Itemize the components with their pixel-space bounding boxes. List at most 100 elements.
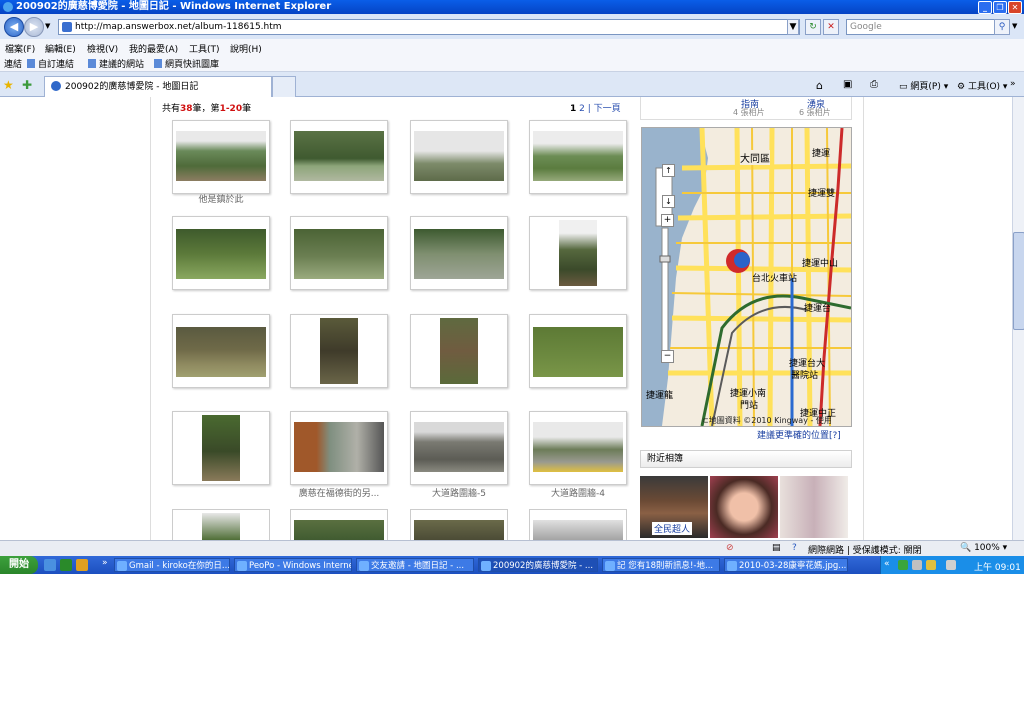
map-attribution: ⊂地圖資料 ©2010 Kingway - 使用 <box>702 416 832 425</box>
feeds-icon[interactable]: ▣ <box>843 79 852 90</box>
search-button[interactable]: ⚲ <box>994 19 1010 35</box>
tray-volume-icon[interactable] <box>946 560 956 570</box>
photo-thumbnail[interactable] <box>290 411 388 485</box>
photo-thumbnail[interactable] <box>410 314 508 388</box>
menu-tools[interactable]: 工具(T) <box>189 42 220 55</box>
window-title: 200902的廣慈博愛院 - 地圖日記 - Windows Internet E… <box>16 1 332 12</box>
minimize-button[interactable]: _ <box>978 1 992 14</box>
tray-app-icon[interactable] <box>912 560 922 570</box>
restore-button[interactable]: ❐ <box>993 1 1007 14</box>
stop-icon[interactable]: ✕ <box>823 19 839 35</box>
suggest-location-link[interactable]: 建議更準確的位置[?] <box>757 428 841 441</box>
photo-count: 6 張相片 <box>799 108 831 117</box>
help-icon[interactable]: ? <box>792 543 797 553</box>
menu-edit[interactable]: 編輯(E) <box>45 42 76 55</box>
printer-status-icon: ▤ <box>772 543 781 553</box>
clock: 上午 09:01 <box>974 563 1021 573</box>
photo-thumbnail[interactable] <box>529 509 627 541</box>
start-button[interactable]: 開始 <box>0 556 38 574</box>
photo-thumbnail[interactable] <box>410 216 508 290</box>
map-zoom-out-button[interactable]: − <box>661 350 674 363</box>
forward-button[interactable]: ▶ <box>24 17 44 37</box>
photo-thumbnail[interactable] <box>290 314 388 388</box>
task-app-icon <box>359 561 369 571</box>
map-label: 醫院站 <box>791 371 819 381</box>
page-2-link[interactable]: 2 <box>579 104 585 114</box>
photo-thumbnail[interactable] <box>529 120 627 194</box>
photo-thumbnail[interactable] <box>529 411 627 485</box>
photo-thumbnail[interactable] <box>290 120 388 194</box>
photo-thumbnail[interactable] <box>410 411 508 485</box>
map-pan-down-icon[interactable]: ↓ <box>662 195 675 208</box>
next-page-link[interactable]: 下一頁 <box>594 104 621 114</box>
photo-thumbnail[interactable] <box>410 509 508 541</box>
photo-thumbnail[interactable] <box>290 509 388 541</box>
photo-thumbnail[interactable] <box>172 216 270 290</box>
page-icon <box>62 22 72 32</box>
history-dropdown-icon[interactable]: ▼ <box>45 22 50 30</box>
address-dropdown-icon[interactable]: ▼ <box>787 19 799 35</box>
address-input[interactable]: http://map.answerbox.net/album-118615.ht… <box>58 19 800 35</box>
tab-page-icon <box>51 81 61 91</box>
photo-thumbnail[interactable] <box>410 120 508 194</box>
page-menu-button[interactable]: ▭ 網頁(P) ▾ <box>899 79 948 92</box>
print-icon[interactable]: ⎙ <box>870 79 878 90</box>
menu-file[interactable]: 檔案(F) <box>5 42 35 55</box>
album-title[interactable]: 全民超人 <box>652 522 693 535</box>
search-options-icon[interactable]: ▼ <box>1012 22 1017 30</box>
menu-help[interactable]: 說明(H) <box>230 42 262 55</box>
photo-thumbnail[interactable] <box>529 314 627 388</box>
map-pan-up-icon[interactable]: ↑ <box>662 164 675 177</box>
map-label: 台北火車站 <box>752 274 798 284</box>
zoom-level[interactable]: 🔍 100% ▾ <box>960 543 1007 553</box>
map-label: 大同區 <box>740 150 770 165</box>
nearby-places-card: 指南 4 張相片 湧泉 6 張相片 <box>640 97 852 120</box>
task-app-icon <box>727 561 737 571</box>
album-cover[interactable] <box>710 476 778 538</box>
close-button[interactable]: ✕ <box>1008 1 1022 14</box>
more-quicklaunch-icon[interactable]: » <box>102 558 108 568</box>
quicklaunch-media-icon[interactable] <box>44 559 56 571</box>
tab-active[interactable]: 200902的廣慈博愛院 - 地圖日記 <box>44 76 272 97</box>
tray-app-icon[interactable] <box>926 560 936 570</box>
location-map[interactable]: ↑ ↓ + − 大同區 捷運 捷運雙 台北火車站 捷運中山 捷運台 捷運台大 醫… <box>641 127 852 427</box>
taskbar-item-active[interactable]: 200902的廣慈博愛院 - ... <box>478 558 598 572</box>
taskbar-item[interactable]: 2010-03-28康寧花媽.jpg... <box>724 558 848 572</box>
quicklaunch-desktop-icon[interactable] <box>60 559 72 571</box>
new-tab-button[interactable] <box>272 76 296 97</box>
link-page-icon <box>27 59 35 68</box>
photo-thumbnail[interactable] <box>529 216 627 290</box>
photo-thumbnail[interactable] <box>290 216 388 290</box>
quicklaunch-ie-icon[interactable] <box>76 559 88 571</box>
more-tools-icon[interactable]: » <box>1010 79 1016 89</box>
link-webslice-gallery[interactable]: 網頁快訊圖庫 <box>154 57 219 70</box>
map-zoom-in-button[interactable]: + <box>661 214 674 227</box>
photo-thumbnail[interactable] <box>172 509 270 541</box>
taskbar-item[interactable]: 記 您有18則新訊息!-地... <box>602 558 720 572</box>
map-label: 捷運 <box>812 149 831 159</box>
taskbar-item[interactable]: PeoPo - Windows Internet... <box>234 558 352 572</box>
photo-thumbnail[interactable] <box>172 411 270 485</box>
link-suggested-sites[interactable]: 建議的網站 <box>88 57 144 70</box>
taskbar-item[interactable]: 交友邀請 - 地圖日記 - ... <box>356 558 474 572</box>
tools-menu-button[interactable]: ⚙ 工具(O) ▾ <box>957 79 1007 92</box>
tray-network-icon[interactable] <box>898 560 908 570</box>
tray-expand-icon[interactable]: « <box>884 559 890 569</box>
photo-thumbnail[interactable] <box>172 120 270 194</box>
back-button[interactable]: ◀ <box>4 17 24 37</box>
ie-logo-icon <box>3 2 13 12</box>
home-icon[interactable]: ⌂ <box>816 79 823 92</box>
favorites-star-icon[interactable]: ★ <box>3 78 14 92</box>
refresh-icon[interactable]: ↻ <box>805 19 821 35</box>
map-label: 捷運雙 <box>808 189 836 199</box>
scrollbar-thumb[interactable] <box>1013 232 1024 330</box>
link-custom[interactable]: 自訂連結 <box>27 57 74 70</box>
taskbar-item[interactable]: Gmail - kiroko在你的日... <box>114 558 230 572</box>
add-favorite-icon[interactable]: ✚ <box>22 78 32 92</box>
photo-thumbnail[interactable] <box>172 314 270 388</box>
task-app-icon <box>117 561 127 571</box>
menu-view[interactable]: 檢視(V) <box>87 42 118 55</box>
album-cover[interactable] <box>780 476 848 538</box>
search-input[interactable]: Google <box>846 19 995 35</box>
menu-favorites[interactable]: 我的最愛(A) <box>129 42 178 55</box>
